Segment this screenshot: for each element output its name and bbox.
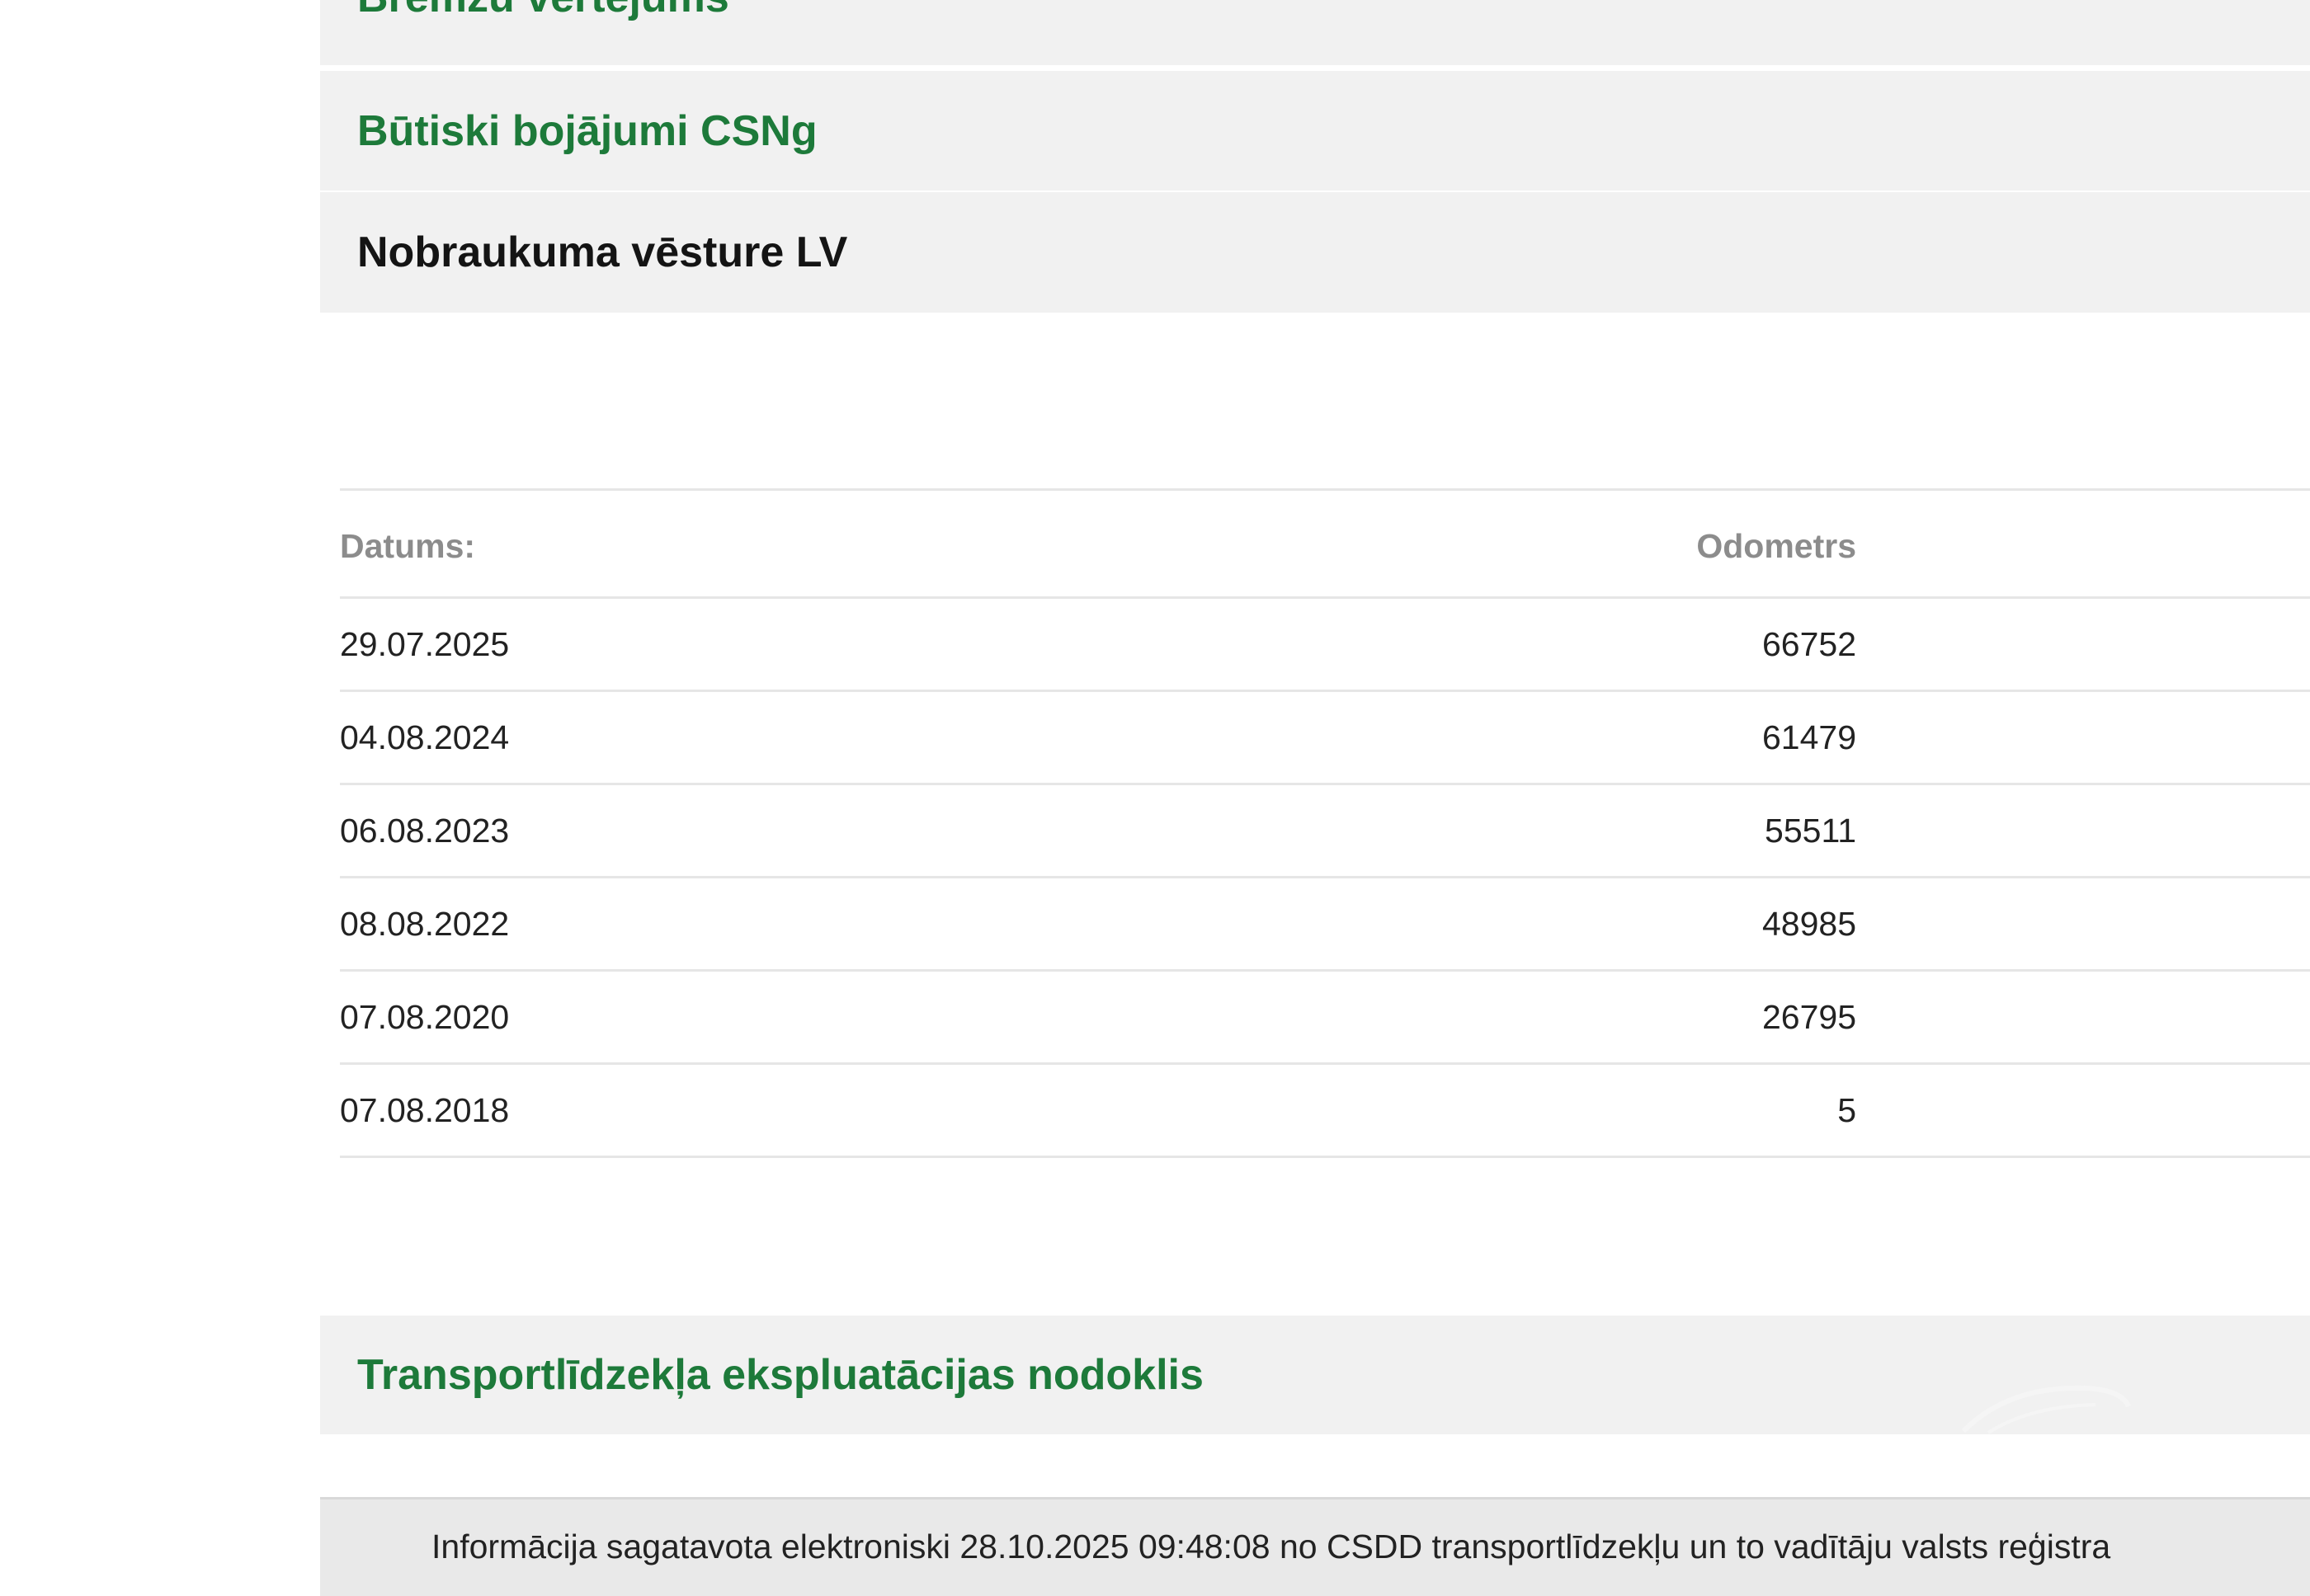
row-odometer: 55511 — [1765, 811, 1856, 850]
table-row: 04.08.2024 61479 — [340, 692, 2310, 785]
section-nobraukuma-vesture[interactable]: Nobraukuma vēsture LV — [320, 192, 2310, 313]
row-date: 08.08.2022 — [340, 904, 510, 943]
section-butiski-bojajumi[interactable]: Būtiski bojājumi CSNg — [320, 71, 2310, 191]
mileage-history-table: Datums: Odometrs 29.07.2025 66752 04.08.… — [340, 488, 2310, 1158]
watermark-logo-icon — [1961, 1385, 2131, 1434]
row-date: 04.08.2024 — [340, 718, 510, 756]
table-row: 06.08.2023 55511 — [340, 785, 2310, 878]
row-date: 06.08.2023 — [340, 811, 510, 850]
section-bremzu-vertejums[interactable]: Bremzu vērtējums — [320, 0, 2310, 65]
row-date: 07.08.2018 — [340, 1090, 510, 1129]
section-nobraukuma-label: Nobraukuma vēsture LV — [357, 228, 848, 276]
row-odometer: 61479 — [1761, 718, 1856, 756]
row-odometer: 5 — [1837, 1090, 1856, 1129]
table-row: 07.08.2018 5 — [340, 1065, 2310, 1158]
section-bremzu-label: Bremzu vērtējums — [357, 0, 729, 22]
column-header-date: Datums: — [340, 526, 476, 565]
info-notice-box: Informācija sagatavota elektroniski 28.1… — [320, 1497, 2310, 1596]
table-row: 08.08.2022 48985 — [340, 878, 2310, 972]
section-butiski-label: Būtiski bojājumi CSNg — [357, 106, 818, 155]
table-row: 07.08.2020 26795 — [340, 972, 2310, 1065]
info-notice-text: Informācija sagatavota elektroniski 28.1… — [431, 1528, 2111, 1565]
row-odometer: 26795 — [1761, 997, 1856, 1036]
row-date: 07.08.2020 — [340, 997, 510, 1036]
table-header-row: Datums: Odometrs — [340, 491, 2310, 599]
column-header-odometer: Odometrs — [1696, 526, 1856, 565]
table-row: 29.07.2025 66752 — [340, 599, 2310, 692]
row-odometer: 66752 — [1761, 624, 1856, 663]
row-date: 29.07.2025 — [340, 624, 510, 663]
section-nodoklis-label: Transportlīdzekļa ekspluatācijas nodokli… — [357, 1351, 1204, 1399]
row-odometer: 48985 — [1761, 904, 1856, 943]
